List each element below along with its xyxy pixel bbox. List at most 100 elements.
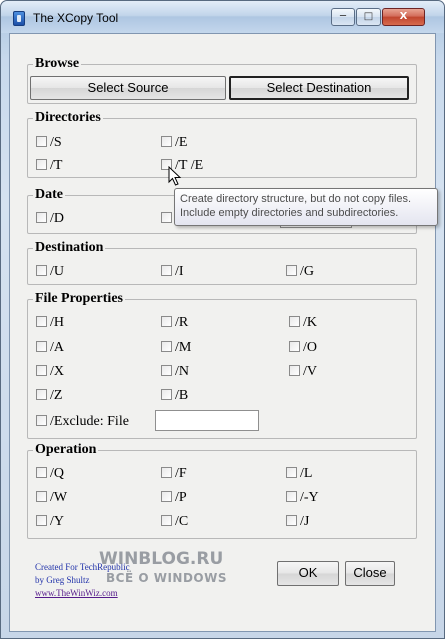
close-window-button[interactable]: X xyxy=(382,8,425,26)
checkbox-box[interactable] xyxy=(161,212,172,223)
checkbox-box[interactable] xyxy=(161,265,172,276)
client-area: Browse Select Source Select Destination … xyxy=(9,33,436,632)
checkbox-i[interactable]: /I xyxy=(161,264,184,280)
directories-title: Directories xyxy=(33,110,103,126)
select-source-button[interactable]: Select Source xyxy=(30,76,226,100)
checkbox-n[interactable]: /N xyxy=(161,364,189,380)
checkbox-label: /L xyxy=(300,466,313,481)
checkbox-box[interactable] xyxy=(36,467,47,478)
maximize-button[interactable]: □ xyxy=(356,8,381,26)
checkbox-o[interactable]: /O xyxy=(289,340,317,356)
checkbox-exclude[interactable]: /Exclude: File xyxy=(36,414,129,430)
date-title: Date xyxy=(33,187,65,203)
checkbox-m[interactable]: /M xyxy=(161,340,191,356)
checkbox-minus-y[interactable]: /-Y xyxy=(286,490,319,506)
checkbox-y[interactable]: /Y xyxy=(36,514,64,530)
checkbox-label: /E xyxy=(175,135,188,150)
checkbox-box[interactable] xyxy=(36,365,47,376)
title-bar[interactable]: The XCopy Tool ─ □ X xyxy=(1,1,444,33)
checkbox-label: /O xyxy=(303,340,317,355)
checkbox-label: /J xyxy=(300,514,310,529)
checkbox-box[interactable] xyxy=(161,136,172,147)
checkbox-box[interactable] xyxy=(36,212,47,223)
ok-button[interactable]: OK xyxy=(277,561,339,586)
checkbox-box[interactable] xyxy=(36,389,47,400)
credit-line-2: by Greg Shultz xyxy=(35,575,90,585)
app-window: The XCopy Tool ─ □ X Browse Select Sourc… xyxy=(0,0,445,639)
checkbox-h[interactable]: /H xyxy=(36,315,64,331)
checkbox-box[interactable] xyxy=(161,341,172,352)
checkbox-label: /U xyxy=(50,264,64,279)
checkbox-a[interactable]: /A xyxy=(36,340,64,356)
checkbox-c[interactable]: /C xyxy=(161,514,188,530)
checkbox-f[interactable]: /F xyxy=(161,466,187,482)
select-destination-button[interactable]: Select Destination xyxy=(229,76,409,100)
checkbox-d[interactable]: /D xyxy=(36,211,64,227)
checkbox-e[interactable]: /E xyxy=(161,135,187,151)
checkbox-k[interactable]: /K xyxy=(289,315,317,331)
checkbox-label: /D xyxy=(50,211,64,226)
checkbox-box[interactable] xyxy=(36,341,47,352)
close-button[interactable]: Close xyxy=(345,561,395,586)
checkbox-g[interactable]: /G xyxy=(286,264,314,280)
checkbox-box[interactable] xyxy=(161,316,172,327)
tooltip-line-2: Include empty directories and subdirecto… xyxy=(180,207,399,219)
checkbox-label: /K xyxy=(303,315,317,330)
checkbox-s[interactable]: /S xyxy=(36,135,62,151)
checkbox-box[interactable] xyxy=(36,265,47,276)
checkbox-v[interactable]: /V xyxy=(289,364,317,380)
file-properties-title: File Properties xyxy=(33,291,125,307)
checkbox-label: /R xyxy=(175,315,189,330)
checkbox-box[interactable] xyxy=(286,467,297,478)
operation-group: Operation xyxy=(27,442,417,539)
checkbox-box[interactable] xyxy=(289,316,300,327)
checkbox-box[interactable] xyxy=(289,365,300,376)
checkbox-box[interactable] xyxy=(36,136,47,147)
directories-group: Directories xyxy=(27,110,417,178)
tooltip: Create directory structure, but do not c… xyxy=(174,188,438,226)
checkbox-box[interactable] xyxy=(161,365,172,376)
checkbox-l[interactable]: /L xyxy=(286,466,312,482)
watermark-line-2: ВСЁ О WINDOWS xyxy=(106,571,227,585)
checkbox-box[interactable] xyxy=(36,316,47,327)
checkbox-t[interactable]: /T xyxy=(36,158,62,174)
checkbox-box[interactable] xyxy=(161,491,172,502)
checkbox-box[interactable] xyxy=(286,515,297,526)
checkbox-z[interactable]: /Z xyxy=(36,388,62,404)
checkbox-box[interactable] xyxy=(161,515,172,526)
checkbox-label: /H xyxy=(50,315,64,330)
tooltip-line-1: Create directory structure, but do not c… xyxy=(180,193,412,205)
checkbox-box[interactable] xyxy=(36,415,47,426)
watermark-logo: WINBLOG.RU ВСЁ О WINDOWS xyxy=(91,549,236,591)
checkbox-label: /I xyxy=(175,264,184,279)
checkbox-box[interactable] xyxy=(161,389,172,400)
checkbox-box[interactable] xyxy=(286,491,297,502)
checkbox-label: /P xyxy=(175,490,187,505)
checkbox-r[interactable]: /R xyxy=(161,315,188,331)
checkbox-box[interactable] xyxy=(36,159,47,170)
checkbox-label: /S xyxy=(50,135,62,150)
checkbox-j[interactable]: /J xyxy=(286,514,309,530)
checkbox-label: /T xyxy=(50,158,63,173)
checkbox-box[interactable] xyxy=(289,341,300,352)
checkbox-p[interactable]: /P xyxy=(161,490,187,506)
checkbox-b[interactable]: /B xyxy=(161,388,188,404)
checkbox-label: /N xyxy=(175,364,189,379)
exclude-file-input[interactable] xyxy=(155,410,259,431)
destination-title: Destination xyxy=(33,240,106,256)
checkbox-u[interactable]: /U xyxy=(36,264,64,280)
destination-group: Destination xyxy=(27,240,417,285)
checkbox-box[interactable] xyxy=(286,265,297,276)
checkbox-x[interactable]: /X xyxy=(36,364,64,380)
operation-title: Operation xyxy=(33,442,99,458)
minimize-button[interactable]: ─ xyxy=(331,8,355,26)
checkbox-box[interactable] xyxy=(36,491,47,502)
checkbox-box[interactable] xyxy=(36,515,47,526)
checkbox-w[interactable]: /W xyxy=(36,490,67,506)
checkbox-label: /C xyxy=(175,514,189,529)
date-hidden-checkbox[interactable] xyxy=(161,211,175,227)
browse-title: Browse xyxy=(33,56,82,72)
checkbox-q[interactable]: /Q xyxy=(36,466,64,482)
checkbox-box[interactable] xyxy=(161,467,172,478)
checkbox-label: /-Y xyxy=(300,490,319,505)
